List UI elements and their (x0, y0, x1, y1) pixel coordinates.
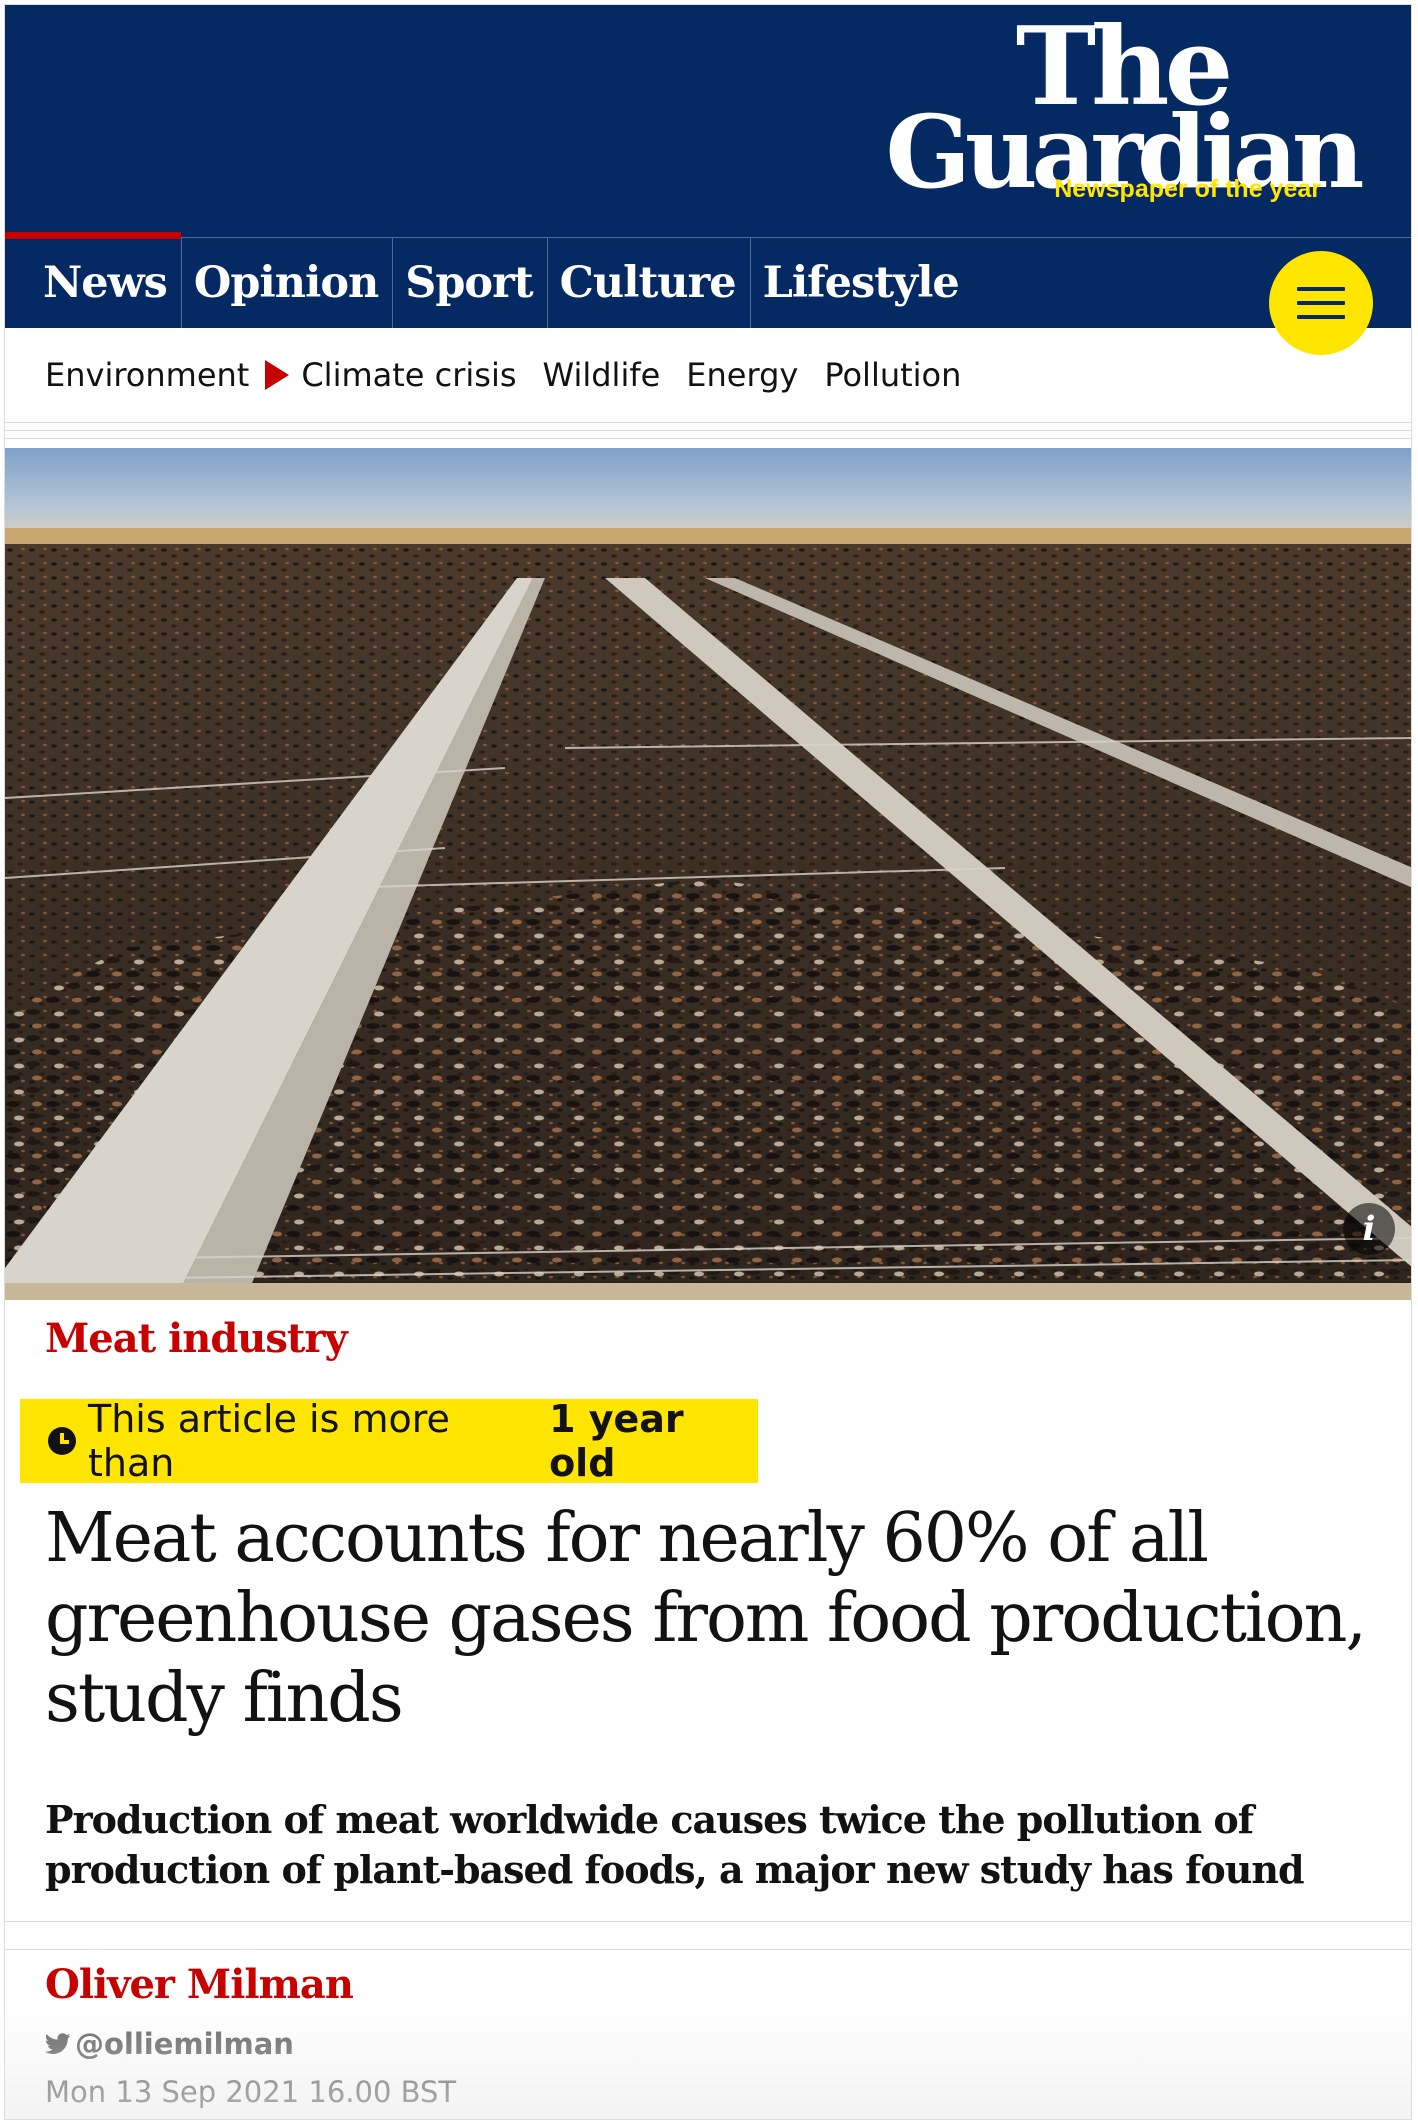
age-warning: This article is more than 1 year old (20, 1397, 758, 1485)
age-warning-text: This article is more than (88, 1397, 450, 1485)
logo-tagline: Newspaper of the year (1054, 175, 1321, 203)
subnav-pollution[interactable]: Pollution (824, 356, 961, 394)
divider (5, 430, 1411, 431)
age-warning-age: 1 year old (549, 1397, 684, 1485)
article-kicker[interactable]: Meat industry (45, 1315, 348, 1362)
subnav-wildlife[interactable]: Wildlife (543, 356, 661, 394)
twitter-handle: @olliemilman (75, 2027, 294, 2061)
twitter-icon (45, 2033, 71, 2054)
hamburger-icon-line (1297, 315, 1345, 319)
pillar-culture[interactable]: Culture (548, 238, 751, 328)
divider (5, 1921, 1411, 1922)
guardian-logo[interactable]: The Guardian (877, 13, 1367, 202)
clock-icon (48, 1427, 76, 1455)
masthead: The Guardian Newspaper of the year News … (5, 5, 1411, 328)
hero-image (5, 448, 1411, 1300)
pillar-sport[interactable]: Sport (393, 238, 548, 328)
image-info-button[interactable]: i (1343, 1203, 1395, 1255)
subnav-energy[interactable]: Energy (686, 356, 798, 394)
divider (5, 438, 1411, 439)
subnav-climate-crisis[interactable]: Climate crisis (301, 356, 516, 394)
pillar-nav: News Opinion Sport Culture Lifestyle (5, 232, 1411, 328)
article-page: The Guardian Newspaper of the year News … (4, 4, 1412, 2120)
divider (5, 1949, 1411, 1950)
pillar-lifestyle[interactable]: Lifestyle (751, 238, 973, 328)
pillar-opinion[interactable]: Opinion (182, 238, 394, 328)
hamburger-icon-line (1297, 301, 1345, 305)
publish-date: Mon 13 Sep 2021 16.00 BST (45, 2075, 457, 2109)
section-subnav: Environment Climate crisis Wildlife Ener… (5, 328, 1411, 423)
article-headline: Meat accounts for nearly 60% of all gree… (45, 1499, 1367, 1738)
article-standfirst: Production of meat worldwide causes twic… (45, 1797, 1305, 1892)
hamburger-icon (1297, 287, 1345, 291)
pillar-news[interactable]: News (5, 232, 182, 328)
breadcrumb-arrow-icon (265, 360, 290, 390)
author-twitter-link[interactable]: @olliemilman (45, 2027, 294, 2061)
author-byline[interactable]: Oliver Milman (45, 1961, 354, 2008)
subnav-environment[interactable]: Environment (45, 356, 249, 394)
